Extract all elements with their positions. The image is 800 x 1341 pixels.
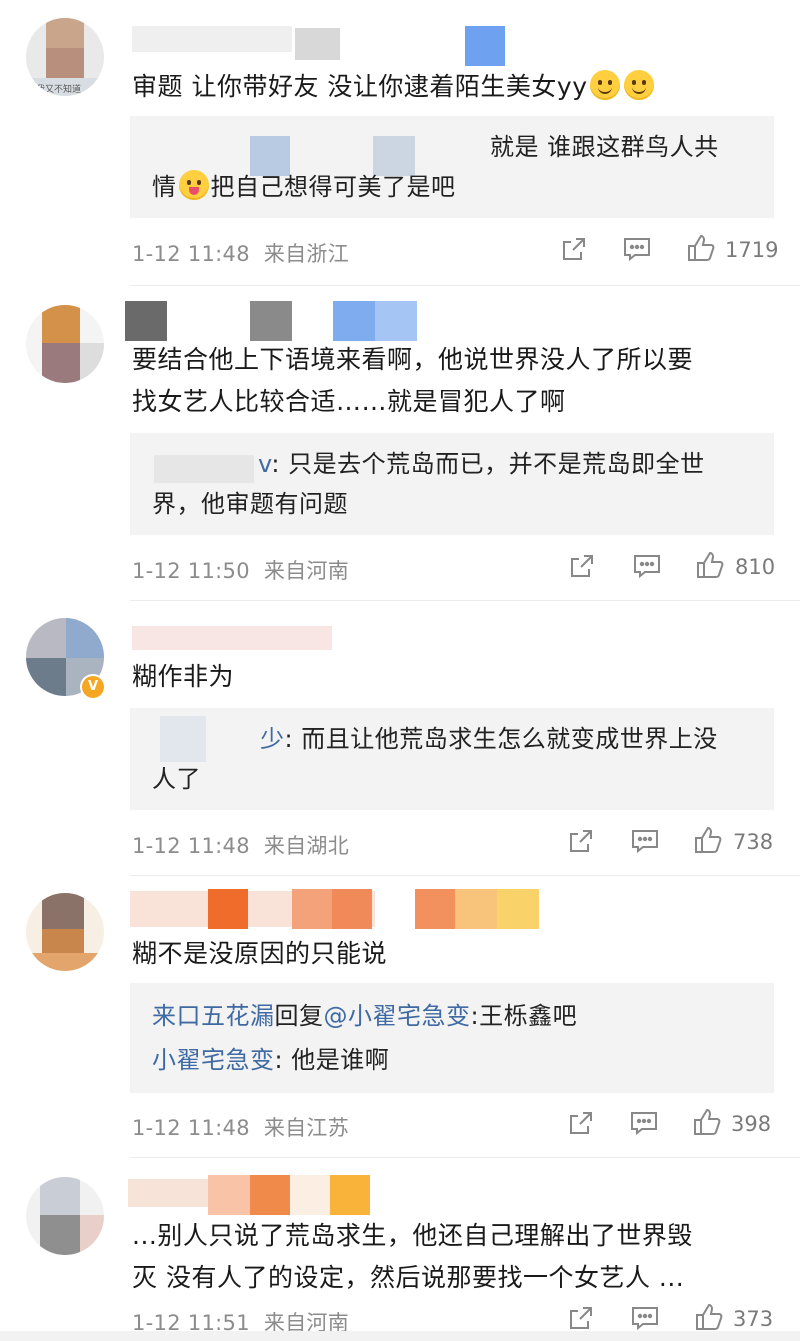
thumbs-up-icon[interactable] [692,824,724,856]
comment-text: 审题 让你带好友 没让你逮着陌生美女yy [132,66,770,108]
comment-meta: 1-12 11:48 来自江苏 [132,1116,350,1140]
avatar[interactable] [26,305,104,383]
comment-meta: 1-12 11:48 来自浙江 [132,242,350,266]
avatar-caption: 我又不知道 [36,85,82,95]
share-icon[interactable] [567,827,595,855]
comment-item: 糊不是没原因的只能说 来口五花漏回复@小翟宅急变:王栎鑫吧 小翟宅急变: 他是谁… [0,875,800,1157]
username-blurred[interactable] [132,14,505,66]
reply-box[interactable]: 来口五花漏回复@小翟宅急变:王栎鑫吧 小翟宅急变: 他是谁啊 [130,983,774,1093]
verified-badge-icon: V [80,674,106,700]
comment-meta: 1-12 11:48 来自湖北 [132,834,350,858]
comment-text: 要结合他上下语境来看啊，他说世界没人了所以要 找女艺人比较合适……就是冒犯人了啊 [132,345,694,416]
smile-emoji-icon [589,70,620,100]
reply-text: 少: 而且让他荒岛求生怎么就变成世界上没 [260,725,718,753]
comment-item: V 糊作非为 少: 而且让他荒岛求生怎么就变成世界上没 人了 1-12 11:4… [0,600,800,875]
comment-icon[interactable] [629,1109,659,1137]
like-count: 373 [733,1307,774,1331]
reply-box[interactable]: 少: 而且让他荒岛求生怎么就变成世界上没 人了 [130,708,774,810]
thumbs-up-icon[interactable] [693,1301,725,1333]
reply-text: v: 只是去个荒岛而已，并不是荒岛即全世 [258,450,705,478]
avatar[interactable] [26,893,104,971]
comment-text: 糊不是没原因的只能说 [132,939,388,968]
share-icon[interactable] [568,552,596,580]
reply-text: 人了 [152,765,201,793]
reply-text: 界，他审题有问题 [152,490,348,518]
reply-text: 就是 谁跟这群鸟人共 [490,133,719,161]
reply-mention[interactable]: @小翟宅急变 [324,1002,471,1030]
avatar[interactable]: 我又不知道 [26,18,104,96]
share-icon[interactable] [567,1109,595,1137]
avatar[interactable] [26,1177,104,1255]
username-blurred[interactable] [125,299,425,341]
comment-meta: 1-12 11:50 来自河南 [132,559,350,583]
comment-item: 要结合他上下语境来看啊，他说世界没人了所以要 找女艺人比较合适……就是冒犯人了啊… [0,285,800,600]
share-icon[interactable] [567,1304,595,1332]
comment-icon[interactable] [622,235,652,263]
like-count: 738 [733,830,774,854]
comment-icon[interactable] [630,827,660,855]
share-icon[interactable] [560,235,588,263]
comment-icon[interactable] [632,552,662,580]
comment-text: 糊作非为 [132,662,235,691]
reply-username[interactable]: v [258,450,271,478]
reply-text: 来口五花漏回复@小翟宅急变:王栎鑫吧 [152,1002,578,1030]
reply-box[interactable]: 就是 谁跟这群鸟人共 情把自己想得可美了是吧 [130,116,774,218]
thumbs-up-icon[interactable] [694,549,726,581]
reply-username[interactable]: 少 [260,725,285,753]
comment-text: ...别人只说了荒岛求生，他还自己理解出了世界毁 灭 没有人了的设定，然后说那要… [132,1221,693,1292]
reply-text: 小翟宅急变: 他是谁啊 [152,1046,390,1074]
reply-username[interactable]: 来口五花漏 [152,1002,275,1030]
comment-item: ...别人只说了荒岛求生，他还自己理解出了世界毁 灭 没有人了的设定，然后说那要… [0,1157,800,1335]
bottom-edge [0,1331,800,1341]
comment-item: 我又不知道 审题 让你带好友 没让你逮着陌生美女yy 就是 谁跟这群鸟人共 情把… [0,0,800,285]
like-count: 810 [735,555,776,579]
username-blurred[interactable] [130,885,550,929]
tongue-emoji-icon [178,170,209,200]
smile-emoji-icon [623,70,654,100]
reply-text: 情把自己想得可美了是吧 [152,168,748,206]
username-blurred[interactable] [128,1173,370,1215]
reply-box[interactable]: v: 只是去个荒岛而已，并不是荒岛即全世 界，他审题有问题 [130,433,774,535]
comment-icon[interactable] [630,1304,660,1332]
username-blurred[interactable] [132,622,362,660]
like-count: 1719 [725,238,779,262]
like-count: 398 [731,1112,772,1136]
thumbs-up-icon[interactable] [691,1106,723,1138]
thumbs-up-icon[interactable] [685,232,717,264]
reply-username[interactable]: 小翟宅急变 [152,1046,275,1074]
